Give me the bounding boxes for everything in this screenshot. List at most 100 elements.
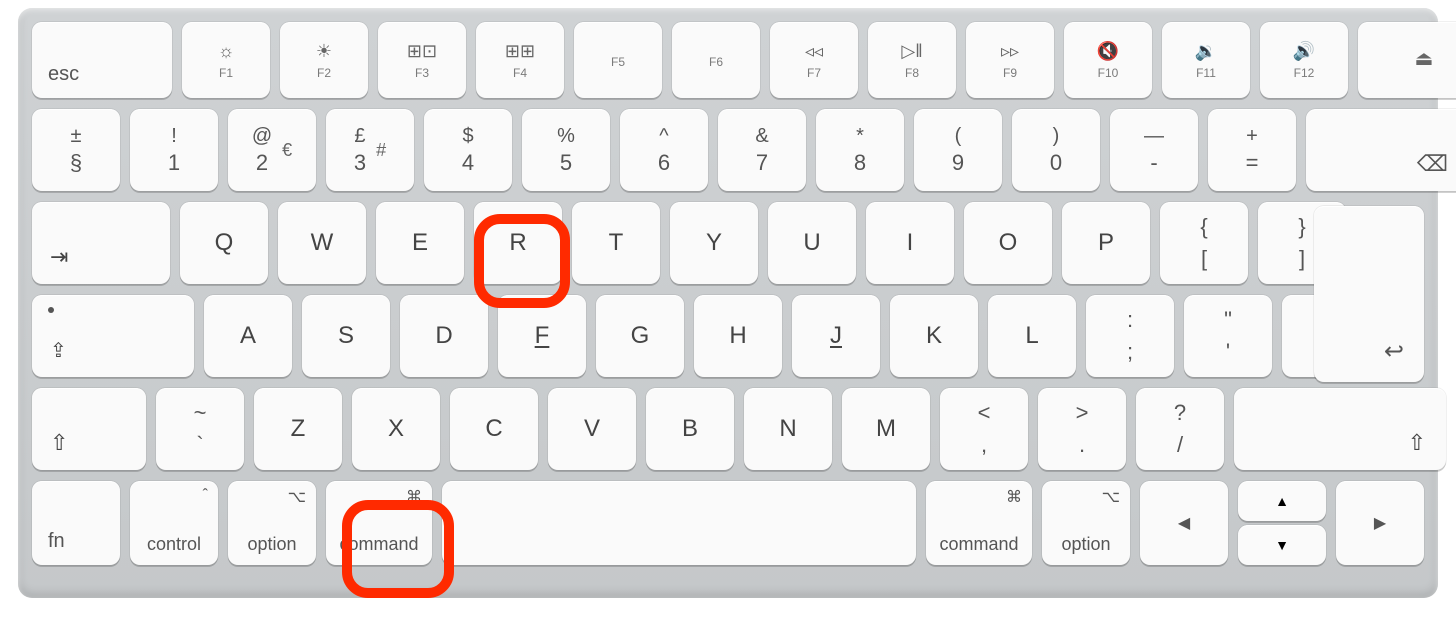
key-f2[interactable]: ☀F2	[280, 22, 368, 98]
key-comma[interactable]: <,	[940, 388, 1028, 470]
key-x[interactable]: X	[352, 388, 440, 470]
backspace-icon: ⌫	[1417, 151, 1448, 177]
key-2[interactable]: @2€	[228, 109, 316, 191]
key-6[interactable]: ^6	[620, 109, 708, 191]
key-s[interactable]: S	[302, 295, 390, 377]
key-shift-left[interactable]: ⇧	[32, 388, 146, 470]
key-equals[interactable]: +=	[1208, 109, 1296, 191]
option-symbol-icon: ⌥	[288, 487, 306, 507]
key-5[interactable]: %5	[522, 109, 610, 191]
key-command-left[interactable]: ⌘command	[326, 481, 432, 565]
key-i[interactable]: I	[866, 202, 954, 284]
key-q[interactable]: Q	[180, 202, 268, 284]
key-0[interactable]: )0	[1012, 109, 1100, 191]
key-backspace[interactable]: ⌫	[1306, 109, 1456, 191]
key-c[interactable]: C	[450, 388, 538, 470]
key-arrow-right[interactable]: ▶	[1336, 481, 1424, 565]
key-section[interactable]: ±§	[32, 109, 120, 191]
key-caps-lock[interactable]: ⇪	[32, 295, 194, 377]
key-j[interactable]: J	[792, 295, 880, 377]
previous-track-icon: ◃◃	[805, 41, 823, 62]
key-bracket-left[interactable]: {[	[1160, 202, 1248, 284]
key-1[interactable]: !1	[130, 109, 218, 191]
key-option-right[interactable]: ⌥option	[1042, 481, 1130, 565]
key-d[interactable]: D	[400, 295, 488, 377]
play-pause-icon: ▷‖	[901, 41, 922, 62]
caps-indicator-icon	[48, 307, 54, 313]
key-9[interactable]: (9	[914, 109, 1002, 191]
key-grave[interactable]: ~`	[156, 388, 244, 470]
key-command-right[interactable]: ⌘command	[926, 481, 1032, 565]
key-tab[interactable]: ⇥	[32, 202, 170, 284]
key-4[interactable]: $4	[424, 109, 512, 191]
key-n[interactable]: N	[744, 388, 832, 470]
key-y[interactable]: Y	[670, 202, 758, 284]
key-f[interactable]: F	[498, 295, 586, 377]
key-f8[interactable]: ▷‖F8	[868, 22, 956, 98]
key-f12[interactable]: 🔊F12	[1260, 22, 1348, 98]
key-f1[interactable]: ☼F1	[182, 22, 270, 98]
key-f7[interactable]: ◃◃F7	[770, 22, 858, 98]
key-w[interactable]: W	[278, 202, 366, 284]
key-control[interactable]: ˆcontrol	[130, 481, 218, 565]
key-arrow-left[interactable]: ◀	[1140, 481, 1228, 565]
key-7[interactable]: &7	[718, 109, 806, 191]
key-e[interactable]: E	[376, 202, 464, 284]
volume-down-icon: 🔉	[1195, 41, 1217, 62]
row-zxcv: ⇧ ~` Z X C V B N M <, >. ?/ ⇧	[32, 388, 1424, 470]
key-g[interactable]: G	[596, 295, 684, 377]
eject-icon: ⏏	[1415, 46, 1434, 71]
key-a[interactable]: A	[204, 295, 292, 377]
key-period[interactable]: >.	[1038, 388, 1126, 470]
row-asdf: ⇪ A S D F G H J K L :; "' |\	[32, 295, 1424, 377]
key-enter[interactable]: ↩	[1314, 206, 1424, 382]
key-l[interactable]: L	[988, 295, 1076, 377]
key-spacebar[interactable]	[442, 481, 916, 565]
key-u[interactable]: U	[768, 202, 856, 284]
key-shift-right[interactable]: ⇧	[1234, 388, 1446, 470]
launchpad-icon: ⊞⊞	[505, 41, 535, 62]
key-f5[interactable]: F5	[574, 22, 662, 98]
key-eject[interactable]: ⏏	[1358, 22, 1456, 98]
control-symbol-icon: ˆ	[203, 487, 208, 505]
key-h[interactable]: H	[694, 295, 782, 377]
key-arrow-down[interactable]: ▼	[1238, 525, 1326, 565]
key-semicolon[interactable]: :;	[1086, 295, 1174, 377]
key-o[interactable]: O	[964, 202, 1052, 284]
key-z[interactable]: Z	[254, 388, 342, 470]
key-f11[interactable]: 🔉F11	[1162, 22, 1250, 98]
key-f3[interactable]: ⊞⊡F3	[378, 22, 466, 98]
brightness-down-icon: ☼	[218, 41, 235, 62]
key-t[interactable]: T	[572, 202, 660, 284]
key-f9[interactable]: ▹▹F9	[966, 22, 1054, 98]
key-arrow-up[interactable]: ▲	[1238, 481, 1326, 521]
key-f6[interactable]: F6	[672, 22, 760, 98]
caps-lock-icon: ⇪	[50, 338, 67, 363]
key-p[interactable]: P	[1062, 202, 1150, 284]
key-3[interactable]: £3#	[326, 109, 414, 191]
key-f4[interactable]: ⊞⊞F4	[476, 22, 564, 98]
arrow-up-icon: ▲	[1275, 493, 1289, 509]
mute-icon: 🔇	[1097, 41, 1119, 62]
key-esc[interactable]: esc	[32, 22, 172, 98]
key-m[interactable]: M	[842, 388, 930, 470]
key-8[interactable]: *8	[816, 109, 904, 191]
key-option-left[interactable]: ⌥option	[228, 481, 316, 565]
next-track-icon: ▹▹	[1001, 41, 1019, 62]
key-slash[interactable]: ?/	[1136, 388, 1224, 470]
mission-control-icon: ⊞⊡	[407, 41, 437, 62]
key-r[interactable]: R	[474, 202, 562, 284]
shift-icon: ⇧	[1408, 430, 1426, 456]
shift-icon: ⇧	[50, 430, 68, 456]
command-symbol-icon: ⌘	[406, 487, 422, 507]
arrow-down-icon: ▼	[1275, 537, 1289, 553]
key-minus[interactable]: —-	[1110, 109, 1198, 191]
key-v[interactable]: V	[548, 388, 636, 470]
key-k[interactable]: K	[890, 295, 978, 377]
key-b[interactable]: B	[646, 388, 734, 470]
brightness-up-icon: ☀	[316, 41, 332, 62]
key-fn[interactable]: fn	[32, 481, 120, 565]
key-quote[interactable]: "'	[1184, 295, 1272, 377]
option-symbol-icon: ⌥	[1102, 487, 1120, 507]
key-f10[interactable]: 🔇F10	[1064, 22, 1152, 98]
